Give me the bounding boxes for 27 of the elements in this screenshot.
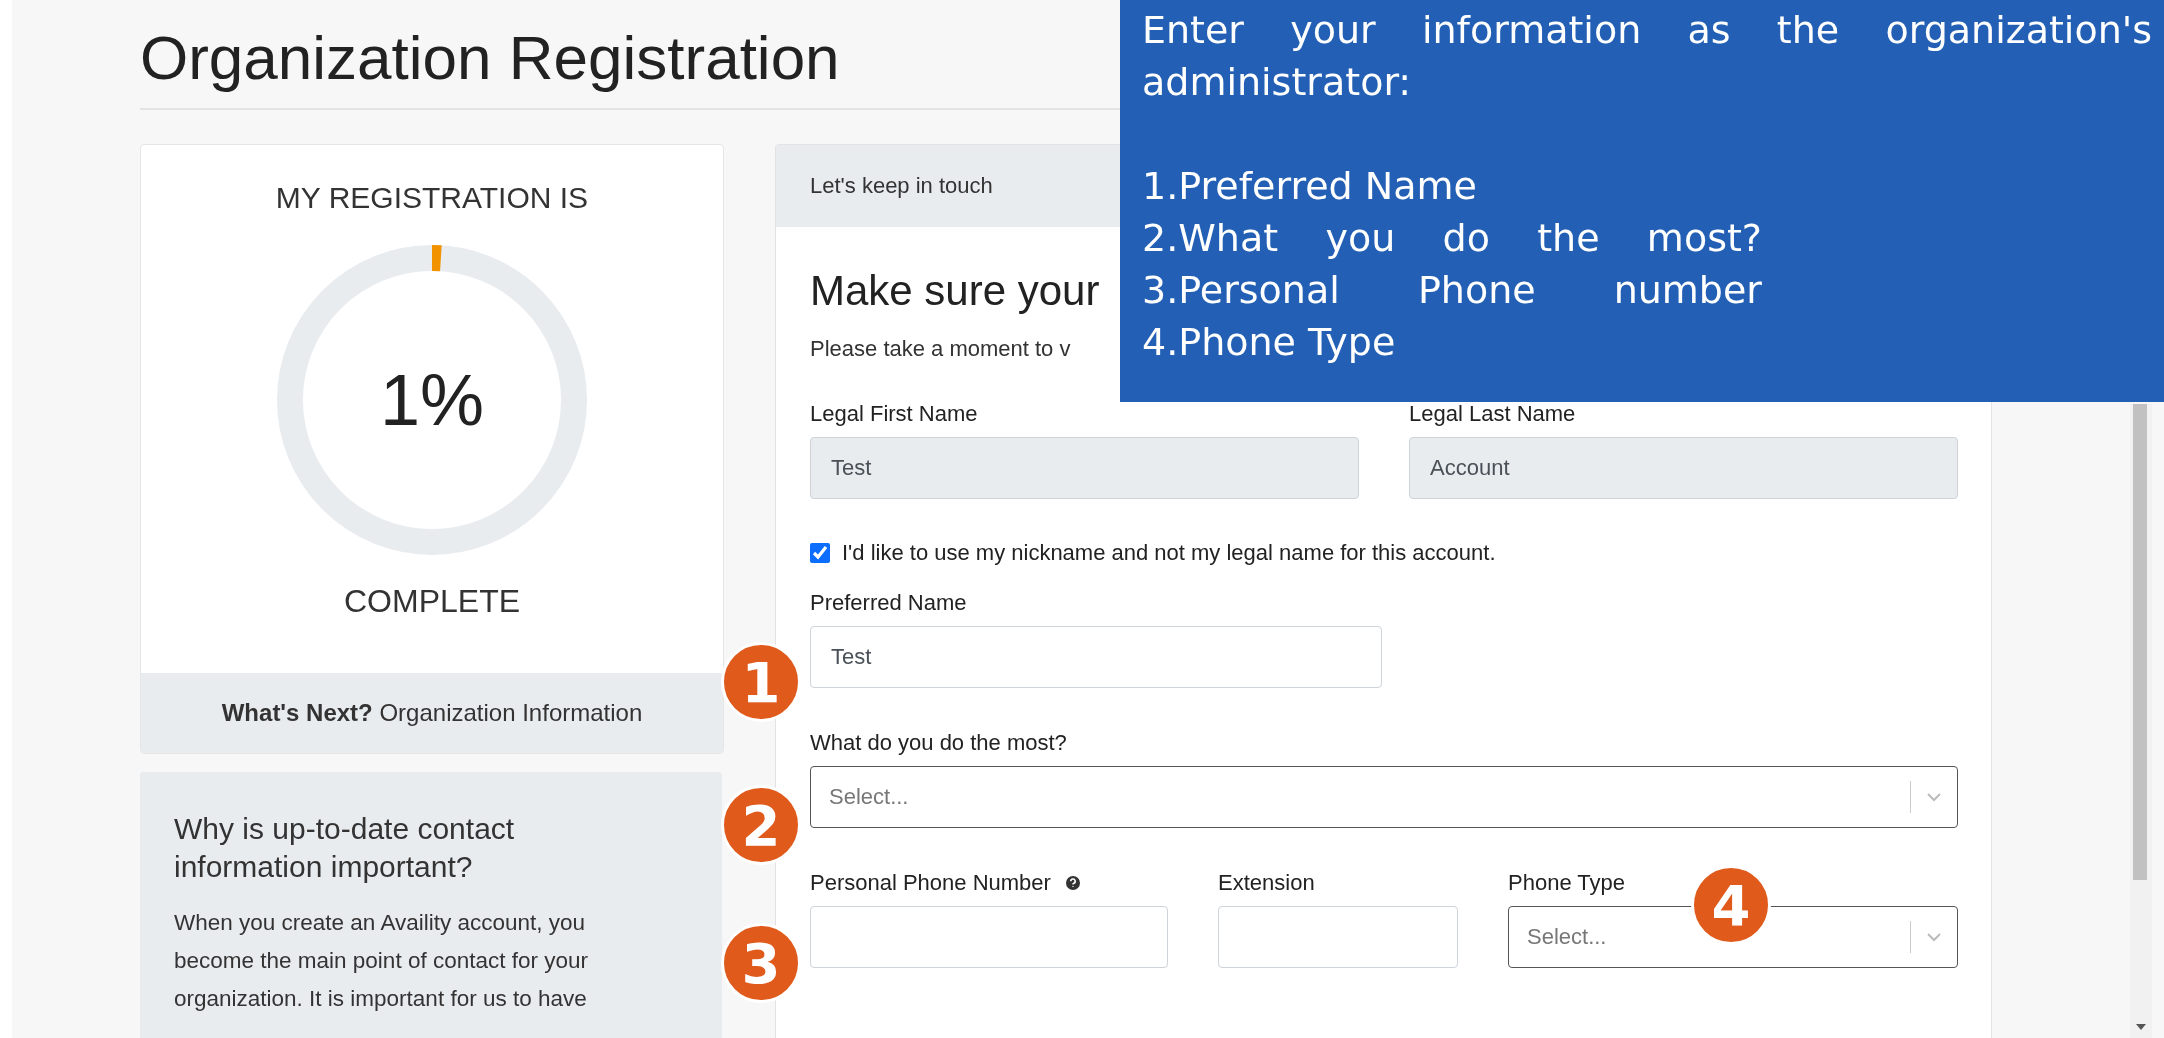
checkbox-label: I'd like to use my nickname and not my legal name for this account. xyxy=(842,540,1496,566)
scrollbar[interactable] xyxy=(2130,404,2152,1038)
info-paragraph: When you create an Availity account, you become the main point of contact for your organization. It is important for us to have xyxy=(174,909,589,1013)
form-heading: Make sure your xyxy=(810,267,1100,315)
field-label: Legal First Name xyxy=(810,401,978,427)
info-heading: Why is up-to-date contact information important? xyxy=(174,811,516,885)
progress-heading: MY REGISTRATION IS xyxy=(275,181,589,215)
progress-percent: 1% xyxy=(379,359,485,441)
text-field[interactable]: Test xyxy=(810,626,1382,688)
help-icon[interactable] xyxy=(1064,875,1081,891)
annotation-step: 3.Personal Phone number xyxy=(1142,264,1762,316)
whats-next-text: What's Next? Organization Information xyxy=(221,699,643,727)
text-field[interactable] xyxy=(1218,906,1458,968)
nickname-checkbox[interactable] xyxy=(810,543,830,563)
field-label: What do you do the most? xyxy=(810,730,1067,756)
progress-caption: COMPLETE xyxy=(344,583,520,620)
annotation-step: 1.Preferred Name xyxy=(1142,160,1762,212)
annotation-step: 4.Phone Type xyxy=(1142,316,1762,368)
select-field[interactable]: Select... xyxy=(810,766,1958,828)
scroll-down-icon[interactable] xyxy=(2134,1022,2148,1032)
field-label: Extension xyxy=(1218,870,1315,896)
field-label: Personal Phone Number xyxy=(810,870,1051,896)
form-intro: Please take a moment to v xyxy=(810,336,1071,362)
field-label: Preferred Name xyxy=(810,590,967,616)
field-label: Legal Last Name xyxy=(1409,401,1576,427)
field-label: Phone Type xyxy=(1508,870,1626,896)
text-field[interactable] xyxy=(810,906,1168,968)
